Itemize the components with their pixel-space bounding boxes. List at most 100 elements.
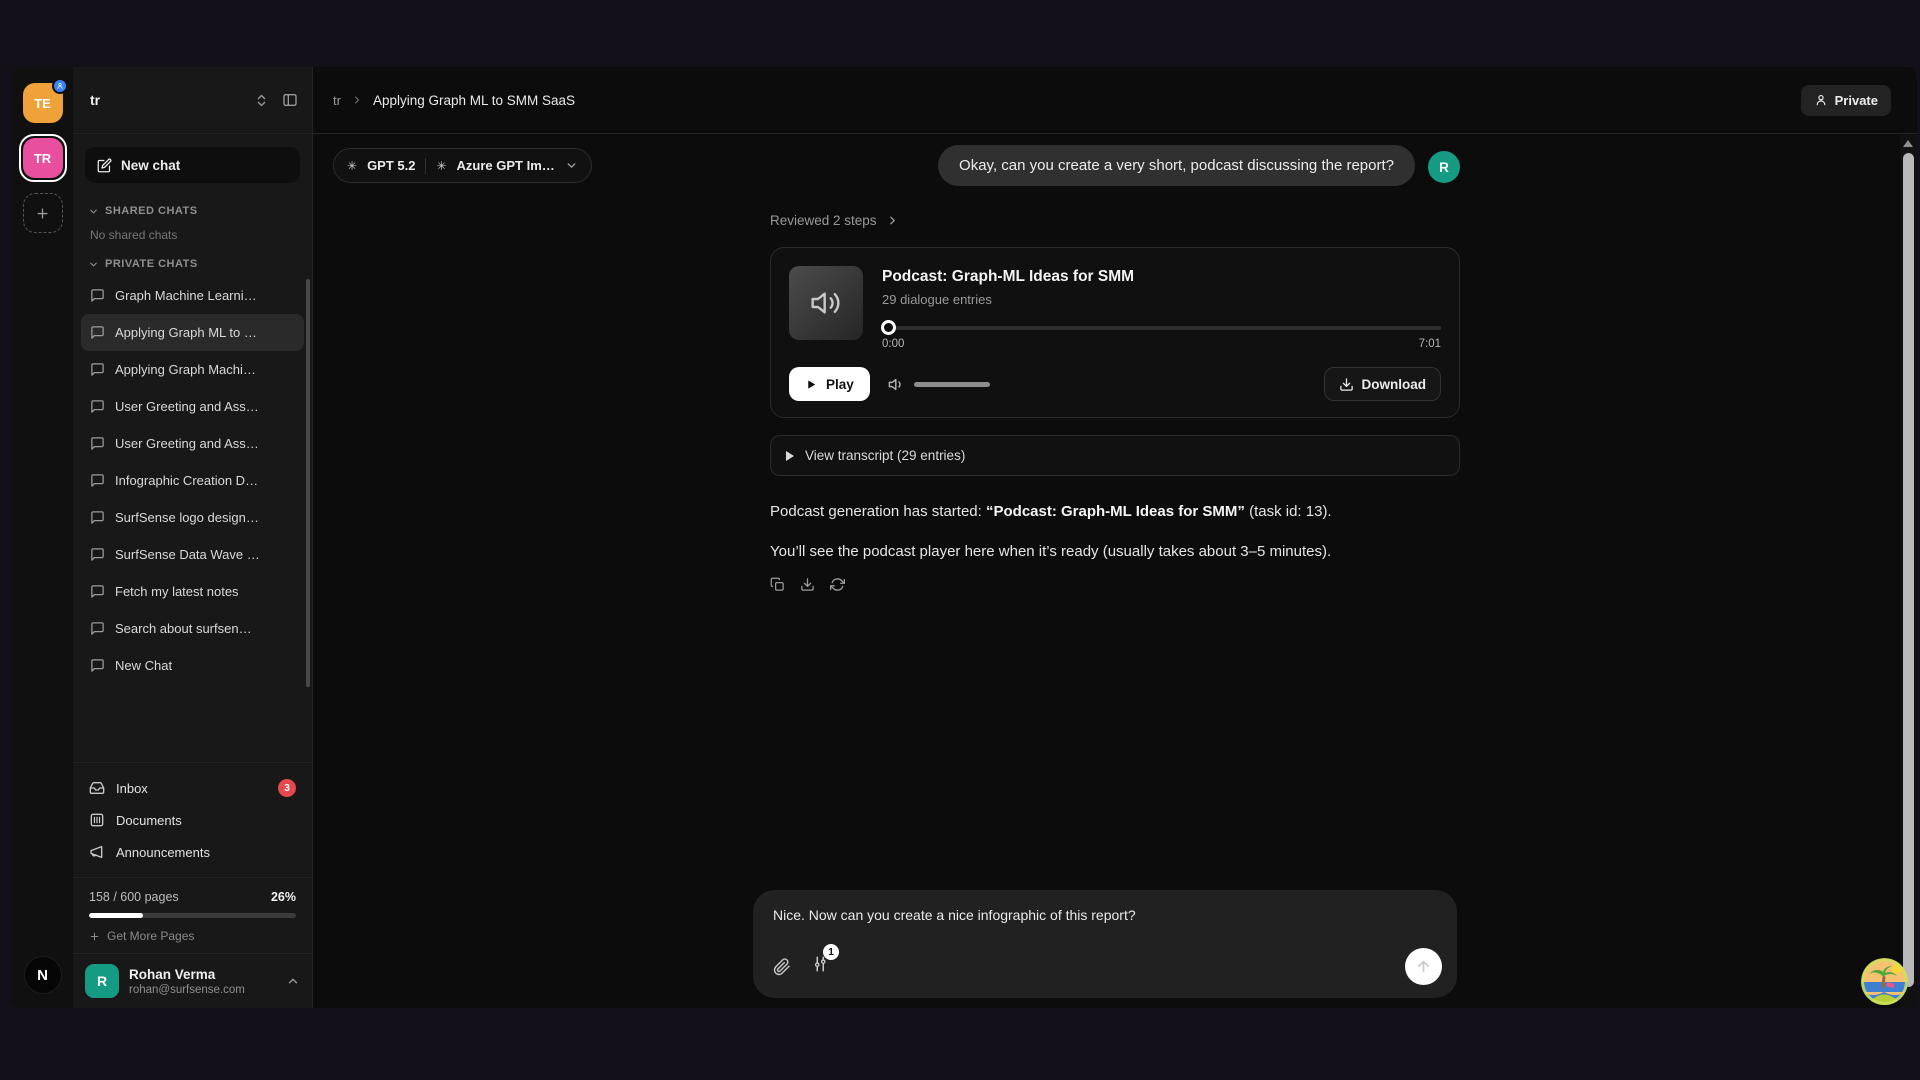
arrow-up-icon [1415,958,1432,975]
chat-bubble-icon [90,362,105,377]
sidebar-chat-item[interactable]: SurfSense logo design… [81,499,304,536]
sidebar-item-announcements[interactable]: Announcements [73,836,312,868]
assistant-status-message: Podcast generation has started: “Podcast… [770,503,1460,520]
pages-used-label: 158 / 600 pages [89,890,179,904]
podcast-artwork [789,266,863,340]
breadcrumb-workspace[interactable]: tr [333,93,341,108]
new-chat-button[interactable]: New chat [85,147,300,183]
user-menu[interactable]: R Rohan Verma rohan@surfsense.com [73,953,312,1008]
sidebar-chat-item[interactable]: Fetch my latest notes [81,573,304,610]
podcast-player-card: Podcast: Graph-ML Ideas for SMM 29 dialo… [770,247,1460,418]
attach-file-icon[interactable] [773,958,791,976]
sidebar-item-inbox[interactable]: Inbox 3 [73,772,312,804]
sidebar-nav: Inbox 3 Documents Announcements [73,762,312,877]
pages-used-percent: 26% [271,890,296,904]
workspace-switcher-icon[interactable] [254,93,269,108]
user-name: Rohan Verma [129,967,245,982]
main-scrollbar[interactable] [1900,135,1917,1008]
sidebar-chat-item[interactable]: New Chat [81,647,304,684]
chat-bubble-icon [90,510,105,525]
sidebar-chat-item[interactable]: User Greeting and Ass… [81,388,304,425]
reviewed-steps-toggle[interactable]: Reviewed 2 steps [770,213,1460,228]
play-icon [805,378,818,391]
duration: 7:01 [1419,338,1441,350]
chat-bubble-icon [90,584,105,599]
sidebar-chat-item[interactable]: User Greeting and Ass… [81,425,304,462]
tools-count-badge: 1 [823,944,839,960]
get-more-pages-button[interactable]: Get More Pages [89,929,296,943]
workspace-name: tr [90,92,100,108]
sidebar-chat-item-selected[interactable]: Applying Graph ML to … [81,314,304,351]
sidebar-item-documents[interactable]: Documents [73,804,312,836]
current-time: 0:00 [882,338,904,350]
chat-bubble-icon [90,325,105,340]
podcast-entries-count: 29 dialogue entries [882,292,1441,307]
user-message-bubble: Okay, can you create a very short, podca… [938,145,1415,186]
new-chat-label: New chat [121,158,180,173]
seek-thumb[interactable] [881,320,896,335]
seek-slider[interactable] [882,320,1441,335]
composer-input[interactable]: Nice. Now can you create a nice infograp… [773,907,1437,923]
chat-bubble-icon [90,288,105,303]
add-workspace-button[interactable] [23,193,63,233]
shared-users-badge-icon [52,78,68,94]
seek-track [882,326,1441,330]
volume-control[interactable] [888,376,990,393]
chat-bubble-icon [90,473,105,488]
sidebar-header: tr [73,67,312,134]
chat-bubble-icon [90,658,105,673]
scroll-up-arrow-icon[interactable] [1903,140,1913,147]
divider [425,158,426,174]
primary-model-label: GPT 5.2 [367,158,415,173]
shared-chats-empty: No shared chats [73,217,312,244]
sidebar-chat-item[interactable]: SurfSense Data Wave … [81,536,304,573]
visibility-private-button[interactable]: Private [1801,85,1891,116]
documents-icon [89,812,105,828]
send-button[interactable] [1405,948,1442,985]
message-actions [770,577,1460,592]
person-icon [1814,93,1828,107]
app-logo[interactable]: N [24,956,62,994]
download-button[interactable]: Download [1324,367,1442,401]
volume-slider[interactable] [914,382,990,387]
view-transcript-toggle[interactable]: View transcript (29 entries) [770,435,1460,476]
chat-bubble-icon [90,399,105,414]
workspace-avatar-tr-selected[interactable]: TR [19,134,67,182]
openai-icon: ✳ [436,160,446,172]
model-selector[interactable]: ✳ GPT 5.2 ✳ Azure GPT Im… [333,148,592,183]
composer[interactable]: Nice. Now can you create a nice infograp… [753,890,1457,998]
sidebar-chat-item[interactable]: Applying Graph Machi… [81,351,304,388]
user-message-row: Okay, can you create a very short, podca… [770,145,1460,186]
workspace-avatar-te[interactable]: TE [23,83,63,123]
app-window: TE TR N tr New chat [12,67,1917,1008]
assistant-status-message-2: You’ll see the podcast player here when … [770,543,1460,560]
regenerate-icon[interactable] [830,577,845,592]
chevron-down-icon [565,159,578,172]
island-emoji-icon[interactable] [1861,958,1908,1005]
collapse-sidebar-icon[interactable] [282,92,298,108]
scrollbar-thumb[interactable] [1903,153,1914,987]
usage-progress-fill [89,913,143,918]
play-button[interactable]: Play [789,367,870,401]
breadcrumb: tr Applying Graph ML to SMM SaaS [333,93,575,108]
shared-chats-section[interactable]: SHARED CHATS [88,205,298,217]
app-logo-letter: N [37,967,48,984]
sidebar-chat-item[interactable]: Search about surfsen… [81,610,304,647]
download-icon[interactable] [800,577,815,592]
chevron-right-icon [351,94,363,106]
private-chats-section[interactable]: PRIVATE CHATS [88,258,298,270]
sidebar-chat-item[interactable]: Infographic Creation D… [81,462,304,499]
copy-icon[interactable] [770,577,785,592]
inbox-unread-badge: 3 [278,779,296,797]
chevron-down-icon [88,259,99,270]
speaker-icon [810,287,842,319]
tools-button[interactable]: 1 [812,955,830,978]
sidebar-scrollbar[interactable] [306,279,310,687]
podcast-title-bold: “Podcast: Graph-ML Ideas for SMM” [986,503,1245,520]
sidebar: tr New chat SHARED CHATS No shared chats… [73,67,313,1008]
chat-bubble-icon [90,436,105,451]
user-message-avatar: R [1428,151,1460,183]
sidebar-chat-item[interactable]: Graph Machine Learni… [81,277,304,314]
topbar: tr Applying Graph ML to SMM SaaS Private [313,67,1917,134]
workspace-tr-initials: TR [34,151,51,166]
